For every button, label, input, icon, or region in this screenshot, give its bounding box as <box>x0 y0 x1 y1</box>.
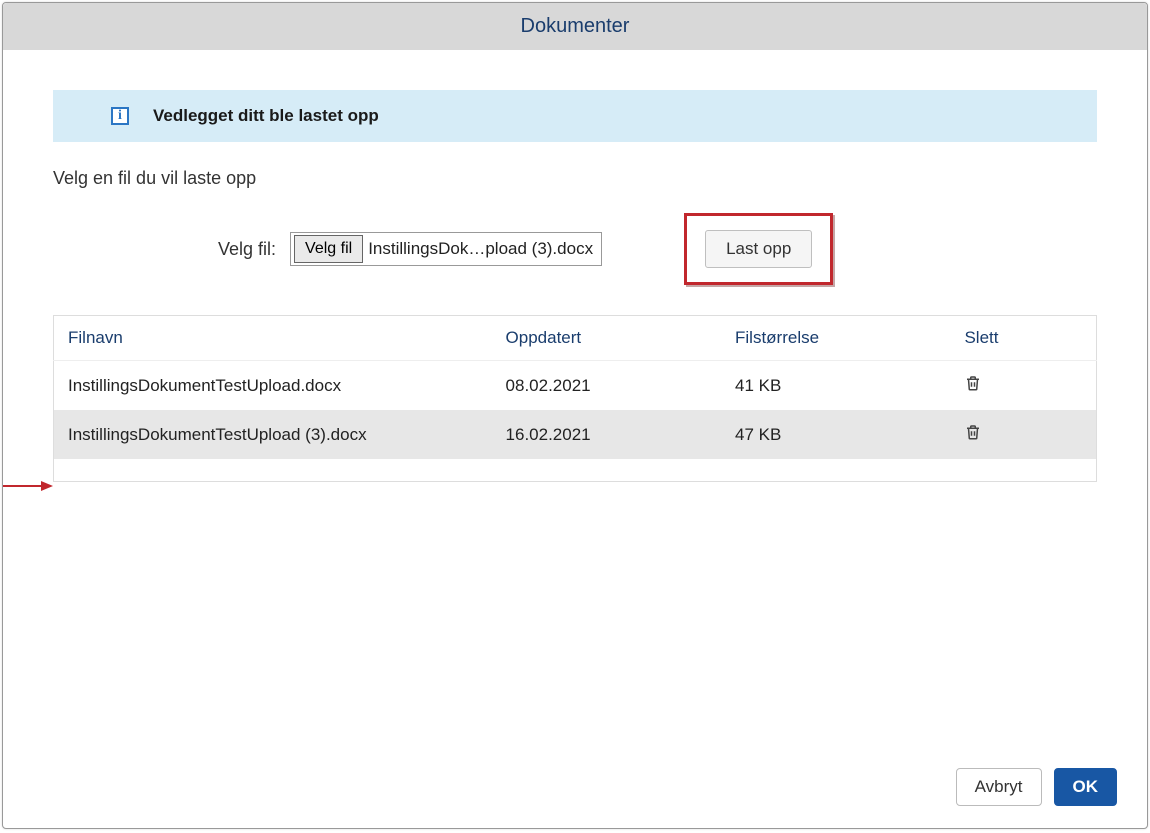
table-row: InstillingsDokumentTestUpload.docx 08.02… <box>54 361 1097 411</box>
cell-updated: 08.02.2021 <box>492 361 721 411</box>
cancel-button[interactable]: Avbryt <box>956 768 1042 806</box>
file-input[interactable]: Velg fil InstillingsDok…pload (3).docx <box>290 232 602 266</box>
upload-row: Velg fil: Velg fil InstillingsDok…pload … <box>53 213 1097 285</box>
dialog-body: i Vedlegget ditt ble lastet opp Velg en … <box>3 50 1147 750</box>
browse-file-button[interactable]: Velg fil <box>294 235 363 263</box>
trash-icon[interactable] <box>964 373 982 398</box>
ok-button[interactable]: OK <box>1054 768 1118 806</box>
col-header-updated: Oppdatert <box>492 316 721 361</box>
cell-updated: 16.02.2021 <box>492 410 721 459</box>
cell-size: 41 KB <box>721 361 950 411</box>
upload-button-highlight: Last opp <box>684 213 833 285</box>
trash-icon[interactable] <box>964 422 982 447</box>
upload-instruction: Velg en fil du vil laste opp <box>53 168 1097 189</box>
cell-filename: InstillingsDokumentTestUpload (3).docx <box>54 410 492 459</box>
dialog-footer: Avbryt OK <box>3 750 1147 828</box>
cell-filename: InstillingsDokumentTestUpload.docx <box>54 361 492 411</box>
selected-file-name: InstillingsDok…pload (3).docx <box>366 239 601 259</box>
table-spacer <box>54 459 1097 481</box>
file-select-label: Velg fil: <box>218 239 276 260</box>
files-table: Filnavn Oppdatert Filstørrelse Slett Ins… <box>53 315 1097 482</box>
success-banner: i Vedlegget ditt ble lastet opp <box>53 90 1097 142</box>
documents-dialog: Dokumenter i Vedlegget ditt ble lastet o… <box>2 2 1148 829</box>
dialog-title: Dokumenter <box>3 3 1147 50</box>
arrow-right-icon <box>3 478 53 499</box>
info-icon: i <box>111 107 129 125</box>
upload-button[interactable]: Last opp <box>705 230 812 268</box>
col-header-filename: Filnavn <box>54 316 492 361</box>
cell-size: 47 KB <box>721 410 950 459</box>
col-header-delete: Slett <box>950 316 1096 361</box>
table-row: InstillingsDokumentTestUpload (3).docx 1… <box>54 410 1097 459</box>
banner-message: Vedlegget ditt ble lastet opp <box>153 106 379 126</box>
col-header-size: Filstørrelse <box>721 316 950 361</box>
